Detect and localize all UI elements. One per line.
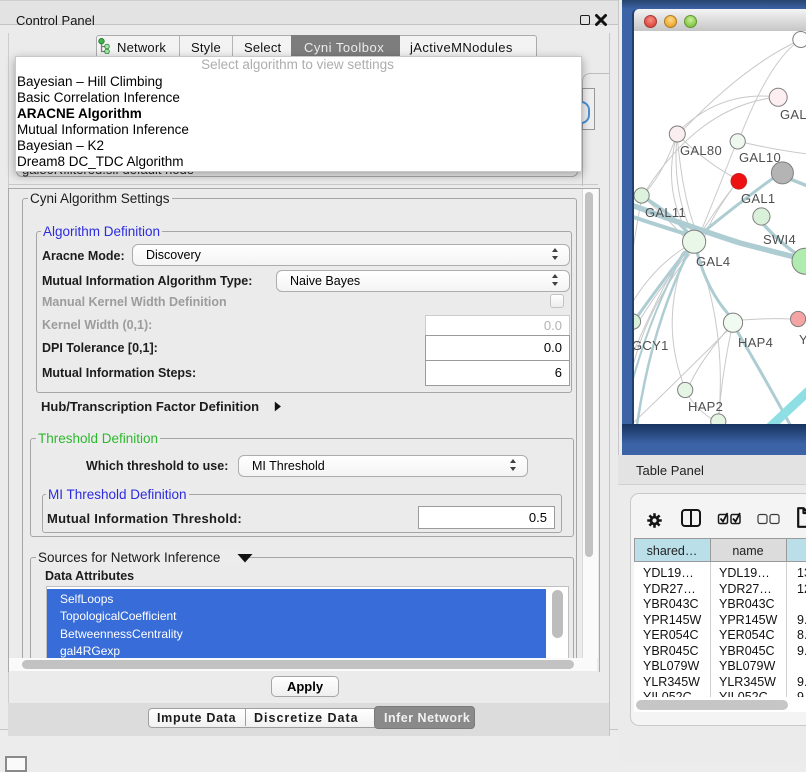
svg-text:GAL: GAL xyxy=(780,107,806,122)
svg-text:Y: Y xyxy=(799,332,806,347)
svg-text:GAL11: GAL11 xyxy=(645,205,686,220)
svg-text:GAL4: GAL4 xyxy=(696,254,730,269)
svg-text:HAP2: HAP2 xyxy=(688,399,723,414)
svg-text:SWI4: SWI4 xyxy=(763,232,796,247)
svg-text:GAL1: GAL1 xyxy=(741,191,775,206)
svg-text:GAL10: GAL10 xyxy=(739,150,781,165)
svg-text:GCY1: GCY1 xyxy=(634,338,669,353)
svg-text:GAL80: GAL80 xyxy=(680,143,722,158)
svg-text:HAP4: HAP4 xyxy=(738,335,773,350)
